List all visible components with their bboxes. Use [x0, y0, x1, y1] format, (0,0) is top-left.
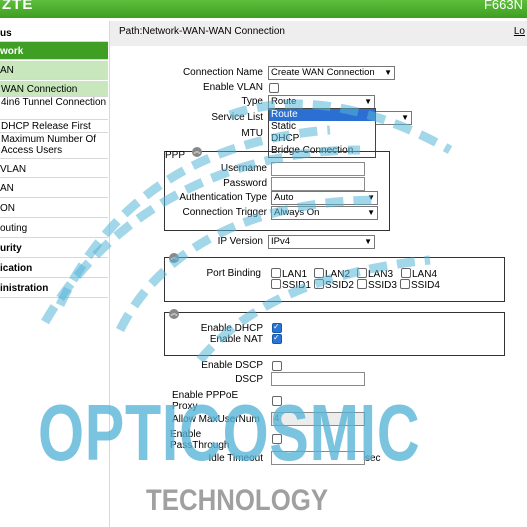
auth-type-label: Authentication Type: [179, 192, 267, 203]
conn-trigger-label: Connection Trigger: [182, 207, 268, 218]
port-ssid2-label: SSID2: [325, 280, 354, 291]
password-input[interactable]: [271, 177, 365, 191]
chevron-down-icon: ▼: [367, 208, 375, 217]
watermark-subtitle: TECHNOLOGY: [146, 484, 329, 517]
port-ssid4-label: SSID4: [411, 280, 440, 291]
chevron-down-icon: ▼: [384, 68, 392, 77]
dscp-input[interactable]: [271, 372, 365, 386]
sidebar-item-max-access-users[interactable]: Maximum Number Of Access Users: [0, 134, 108, 159]
brand-logo: ZTE: [2, 0, 34, 13]
username-input[interactable]: [271, 162, 365, 176]
path-bar: Path:Network-WAN-WAN Connection Lo: [110, 21, 527, 46]
port-ssid4-option[interactable]: SSID4: [400, 279, 440, 291]
type-label: Type: [241, 96, 263, 107]
connection-name-select[interactable]: Create WAN Connection ▼: [268, 66, 395, 80]
logout-link[interactable]: Lo: [514, 26, 525, 37]
watermark-title: OPTICOSMIC: [38, 388, 421, 477]
checkbox-icon: [357, 279, 367, 289]
port-binding-label: Port Binding: [206, 268, 261, 279]
port-ssid3-label: SSID3: [368, 280, 397, 291]
service-list-label: Service List: [211, 112, 263, 123]
dscp-label: DSCP: [235, 374, 263, 385]
ip-version-label: IP Version: [217, 236, 263, 247]
enable-dhcp-checkbox[interactable]: [272, 322, 282, 333]
sidebar-item-status[interactable]: us: [0, 25, 108, 42]
type-option-route[interactable]: Route: [269, 109, 375, 121]
sidebar-item-wan[interactable]: AN: [0, 61, 108, 80]
type-value: Route: [271, 96, 297, 107]
sidebar-item-security[interactable]: urity: [0, 239, 108, 258]
enable-nat-label: Enable NAT: [209, 334, 263, 345]
checkbox-icon: [271, 279, 281, 289]
collapse-icon[interactable]: ︽: [169, 309, 179, 319]
checkbox-icon: [314, 279, 324, 289]
sidebar-item-pon[interactable]: ON: [0, 199, 108, 218]
enable-dscp-checkbox[interactable]: [272, 361, 282, 371]
sidebar-item-routing[interactable]: outing: [0, 219, 108, 238]
checkbox-icon: [401, 268, 411, 278]
auth-type-value: Auto: [274, 192, 294, 203]
top-banner: ZTE F663N: [0, 0, 527, 18]
conn-trigger-value: Always On: [274, 207, 320, 218]
sidebar-item-wan-connection[interactable]: WAN Connection: [0, 81, 108, 97]
sidebar-item-4in6-tunnel[interactable]: 4in6 Tunnel Connection: [0, 97, 108, 120]
sidebar-item-network[interactable]: work: [0, 42, 108, 60]
checkbox-icon: [357, 268, 367, 278]
mtu-label: MTU: [241, 128, 263, 139]
enable-vlan-label: Enable VLAN: [202, 82, 263, 93]
type-option-static[interactable]: Static: [269, 121, 375, 133]
connection-name-value: Create WAN Connection: [271, 67, 375, 78]
ppp-group-label: PPP: [165, 150, 186, 161]
chevron-down-icon: ▼: [401, 113, 409, 122]
sidebar-item-lan[interactable]: AN: [0, 179, 108, 198]
ip-version-value: IPv4: [271, 236, 291, 247]
checkbox-icon: [314, 268, 324, 278]
username-label: Username: [220, 163, 267, 174]
checkbox-icon: [271, 268, 281, 278]
ip-version-select[interactable]: IPv4 ▼: [268, 235, 375, 249]
sidebar-item-administration[interactable]: inistration: [0, 279, 108, 298]
chevron-down-icon: ▼: [367, 193, 375, 202]
checkbox-icon: [400, 279, 410, 289]
sidebar-item-application[interactable]: ication: [0, 259, 108, 278]
breadcrumb: Path:Network-WAN-WAN Connection: [119, 26, 285, 37]
chevron-down-icon: ▼: [364, 237, 372, 246]
enable-dscp-label: Enable DSCP: [201, 360, 263, 371]
enable-vlan-checkbox[interactable]: [269, 83, 279, 93]
port-ssid3-option[interactable]: SSID3: [357, 279, 397, 291]
type-select[interactable]: Route ▼: [268, 95, 375, 109]
port-ssid2-option[interactable]: SSID2: [314, 279, 354, 291]
auth-type-select[interactable]: Auto ▼: [271, 191, 378, 205]
sidebar-item-wlan[interactable]: VLAN: [0, 160, 108, 178]
collapse-icon[interactable]: ︽: [169, 253, 179, 263]
password-label: Password: [223, 178, 267, 189]
enable-nat-checkbox[interactable]: [272, 333, 282, 344]
conn-trigger-select[interactable]: Always On ▼: [271, 206, 378, 220]
type-option-dhcp[interactable]: DHCP: [269, 133, 375, 145]
enable-dhcp-label: Enable DHCP: [200, 323, 263, 334]
port-ssid1-option[interactable]: SSID1: [271, 279, 311, 291]
collapse-icon[interactable]: ︽: [192, 147, 202, 157]
device-model: F663N: [483, 0, 523, 12]
sidebar-item-dhcp-release[interactable]: DHCP Release First: [0, 120, 108, 133]
chevron-down-icon: ▼: [364, 97, 372, 106]
port-ssid1-label: SSID1: [282, 280, 311, 291]
connection-name-label: Connection Name: [182, 67, 263, 78]
